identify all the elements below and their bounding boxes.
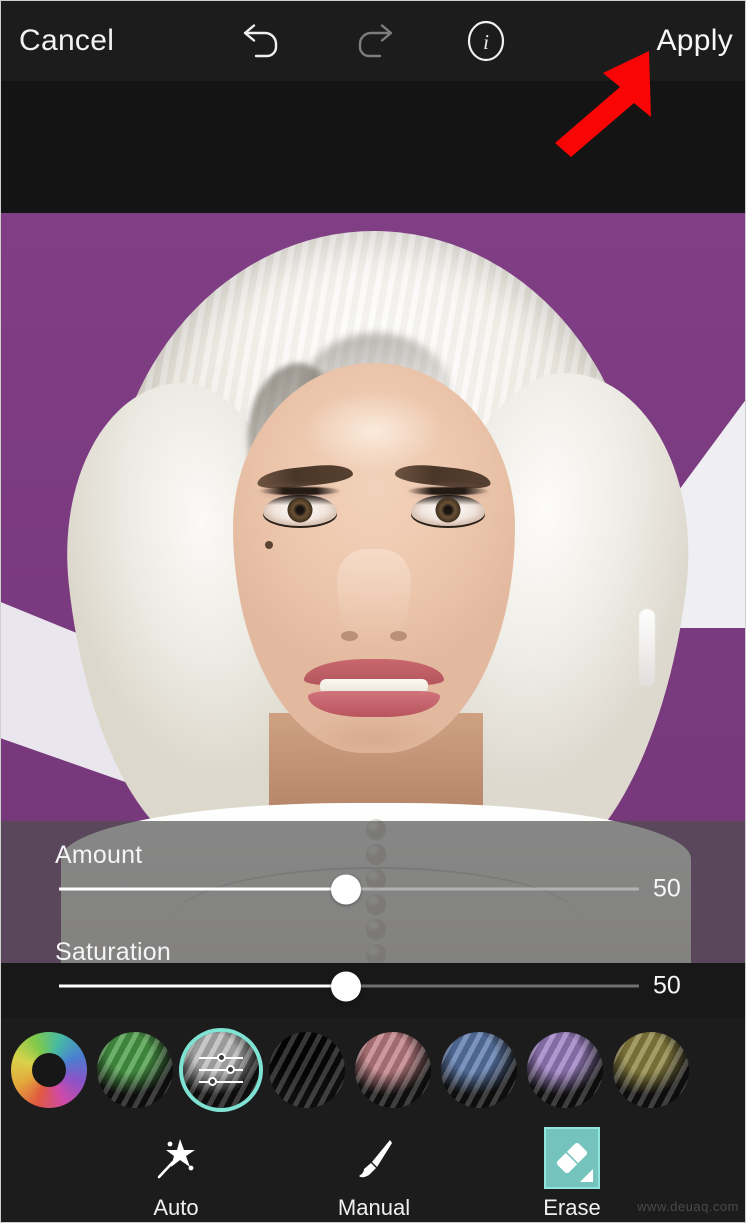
saturation-slider-label: Saturation: [55, 938, 171, 966]
tool-toolbar: Auto Manual Erase: [1, 1121, 745, 1222]
svg-text:i: i: [483, 30, 489, 54]
swatch-strand-texture: [355, 1031, 431, 1108]
swatch-purple[interactable]: [527, 1031, 603, 1108]
swatch-olive[interactable]: [613, 1031, 689, 1108]
slider-line: [199, 1080, 243, 1083]
info-circle-icon: i: [467, 20, 505, 62]
chin-shading: [299, 715, 449, 763]
manual-tool-icon-box: [346, 1127, 402, 1189]
erase-tool-icon-box: [544, 1127, 600, 1189]
amount-slider-label: Amount: [55, 841, 143, 869]
nostril-left: [341, 631, 358, 641]
site-watermark: www.deuaq.com: [637, 1199, 739, 1214]
slider-knob: [208, 1077, 217, 1086]
adjust-sliders-icon: [199, 1053, 243, 1087]
undo-arrow-icon: [243, 24, 278, 58]
eraser-icon: [556, 1142, 588, 1174]
eye-right: [411, 495, 485, 528]
info-button[interactable]: i: [460, 15, 512, 67]
earring: [639, 609, 655, 687]
slider-knob: [226, 1065, 235, 1074]
auto-tool-label: Auto: [153, 1195, 199, 1220]
nostril-right: [390, 631, 407, 641]
lips: [304, 659, 444, 717]
swatch-strand-texture: [97, 1031, 173, 1108]
saturation-slider-track[interactable]: [59, 971, 639, 1001]
eyeliner-right: [407, 487, 489, 495]
hair-color-swatch-strip[interactable]: [1, 1018, 745, 1121]
slider-line: [199, 1068, 243, 1071]
eyeliner-left: [259, 487, 341, 495]
redo-arrow-icon: [358, 24, 393, 58]
swatch-blue[interactable]: [441, 1031, 517, 1108]
erase-tool-label: Erase: [543, 1195, 601, 1220]
saturation-slider-value: 50: [653, 971, 681, 1000]
iris-right: [435, 497, 461, 523]
swatch-strand-texture: [441, 1031, 517, 1108]
swatch-green[interactable]: [97, 1031, 173, 1108]
saturation-slider-fill: [59, 984, 347, 988]
amount-slider-fill: [59, 887, 347, 891]
slider-knob: [217, 1053, 226, 1062]
amount-slider[interactable]: 50: [1, 869, 745, 909]
amount-slider-thumb[interactable]: [331, 874, 362, 904]
swatch-rose[interactable]: [355, 1031, 431, 1108]
swatch-strand-texture: [527, 1031, 603, 1108]
auto-tool-icon-box: [148, 1127, 204, 1189]
redo-button[interactable]: [348, 15, 400, 67]
tool-erase[interactable]: Erase: [512, 1121, 632, 1221]
swatch-silver-custom[interactable]: [183, 1031, 259, 1108]
swatch-color-wheel[interactable]: [11, 1031, 87, 1108]
cancel-button[interactable]: Cancel: [19, 24, 114, 58]
apply-button[interactable]: Apply: [656, 24, 733, 58]
swatch-strand-texture: [269, 1031, 345, 1108]
hair-color-editor-screen: Cancel i Apply Amount 50 Saturation 50 A…: [0, 0, 746, 1223]
lower-lip: [308, 691, 440, 717]
saturation-slider-thumb[interactable]: [331, 971, 362, 1001]
tool-auto[interactable]: Auto: [116, 1121, 236, 1221]
amount-slider-value: 50: [653, 874, 681, 903]
swatch-black[interactable]: [269, 1031, 345, 1108]
saturation-slider[interactable]: 50: [1, 966, 745, 1006]
beauty-mark: [265, 541, 273, 549]
manual-tool-label: Manual: [337, 1195, 411, 1220]
top-action-bar: Cancel i Apply: [1, 1, 745, 81]
paintbrush-icon: [359, 1140, 392, 1178]
undo-button[interactable]: [236, 15, 288, 67]
magic-wand-icon: [157, 1139, 195, 1179]
nose: [337, 549, 411, 653]
forehead-highlight: [303, 391, 443, 471]
eye-left: [263, 495, 337, 528]
swatch-strand-texture: [613, 1031, 689, 1108]
iris-left: [287, 497, 313, 523]
amount-slider-track[interactable]: [59, 874, 639, 904]
tool-manual[interactable]: Manual: [314, 1121, 434, 1221]
